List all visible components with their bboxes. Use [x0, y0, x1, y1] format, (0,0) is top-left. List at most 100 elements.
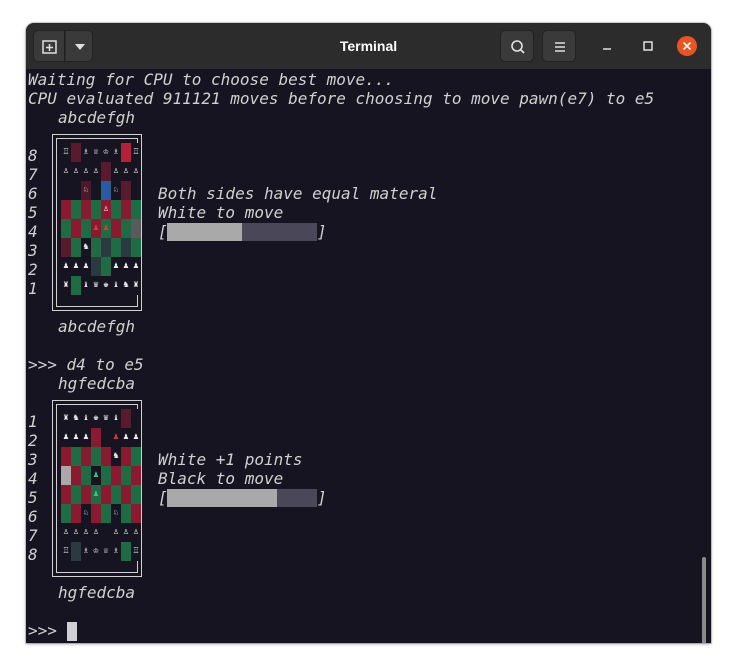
board-square: ♟	[121, 428, 131, 447]
board-square	[71, 181, 81, 200]
board-square	[91, 200, 101, 219]
status-line: Waiting for CPU to choose best move...	[28, 70, 395, 89]
board2-turn-text: Black to move	[158, 469, 284, 488]
maximize-button[interactable]	[638, 36, 658, 56]
board-square	[91, 181, 101, 200]
board-square	[131, 409, 141, 428]
minimize-button[interactable]	[597, 36, 617, 56]
board-square	[131, 466, 141, 485]
board-square	[131, 181, 141, 200]
board-square	[61, 200, 71, 219]
board-square	[121, 238, 131, 257]
close-button[interactable]	[677, 36, 697, 56]
terminal-output[interactable]: Waiting for CPU to choose best move... C…	[26, 69, 711, 643]
search-icon	[501, 31, 533, 63]
board1-grid: ♖ ♗ ♕ ♔ ♗ ♖ ♙ ♙ ♙ ♙ ♙ ♙ ♙ ♘ ♘ ♙ ♟ ♟ ♞ ♟ ♟ ♟ ♟ ♟ ♟ ♜ ♝ ♛ ♚ ♝ ♞ ♜	[61, 143, 141, 295]
board-square	[71, 276, 81, 295]
board-square	[71, 542, 81, 561]
board-square: ♕	[91, 143, 101, 162]
board-square: ♘	[81, 504, 91, 523]
rank-label: 3	[28, 241, 38, 260]
board-square	[71, 143, 81, 162]
board-square	[131, 504, 141, 523]
board-square: ♟	[91, 466, 101, 485]
board-square: ♟	[61, 428, 71, 447]
board-square	[91, 504, 101, 523]
board1-files-top: abcdefgh	[58, 108, 136, 127]
board-square: ♞	[121, 276, 131, 295]
board-square: ♖	[61, 143, 71, 162]
minimize-icon	[597, 36, 617, 56]
board1-bar-close: ]	[317, 222, 327, 241]
scrollbar[interactable]	[702, 557, 706, 643]
board2-progress-bar	[167, 489, 317, 507]
rank-label: 8	[28, 545, 38, 564]
board-square	[61, 485, 71, 504]
board-square: ♙	[61, 162, 71, 181]
rank-label: 2	[28, 260, 38, 279]
rank-label: 6	[28, 507, 38, 526]
board-square	[91, 447, 101, 466]
close-icon	[677, 36, 697, 56]
board-square: ♝	[111, 409, 121, 428]
board-square: ♝	[111, 276, 121, 295]
menu-button[interactable]	[542, 30, 576, 62]
board1-turn-text: White to move	[158, 203, 284, 222]
board-square	[131, 200, 141, 219]
board-square: ♙	[111, 162, 121, 181]
rank-label: 7	[28, 526, 38, 545]
board-square: ♙	[61, 523, 71, 542]
board-square	[101, 504, 111, 523]
board-square	[61, 219, 71, 238]
rank-label: 3	[28, 450, 38, 469]
board-square: ♞	[81, 238, 91, 257]
board-square	[71, 485, 81, 504]
new-tab-button[interactable]	[33, 30, 65, 62]
rank-label: 6	[28, 184, 38, 203]
board-square: ♗	[81, 542, 91, 561]
board-square: ♗	[111, 542, 121, 561]
board-square: ♛	[91, 276, 101, 295]
rank-label: 5	[28, 203, 38, 222]
rank-label: 7	[28, 165, 38, 184]
board-square	[121, 200, 131, 219]
board-square	[101, 428, 111, 447]
board-square: ♚	[101, 276, 111, 295]
board-square: ♝	[81, 276, 91, 295]
input-prompt: >>>	[28, 621, 57, 640]
board-square: ♟	[91, 219, 101, 238]
board-square	[101, 162, 111, 181]
tab-dropdown-button[interactable]	[65, 30, 93, 62]
board-square: ♖	[61, 542, 71, 561]
board-square	[121, 466, 131, 485]
board-square	[91, 428, 101, 447]
board-square	[101, 238, 111, 257]
board-square: ♞	[111, 447, 121, 466]
board-square	[71, 466, 81, 485]
board-square: ♟	[111, 257, 121, 276]
board2-bar-close: ]	[317, 488, 327, 507]
board-square: ♖	[131, 542, 141, 561]
board-square: ♚	[91, 409, 101, 428]
board-square	[121, 219, 131, 238]
board-square: ♘	[111, 181, 121, 200]
board-square	[131, 238, 141, 257]
board-square: ♟	[121, 257, 131, 276]
board-square	[61, 447, 71, 466]
board-square	[71, 504, 81, 523]
board-square	[81, 485, 91, 504]
board-square	[61, 181, 71, 200]
board1-files-bottom: abcdefgh	[58, 317, 136, 336]
board-square: ♙	[81, 523, 91, 542]
board-square	[111, 485, 121, 504]
board-square	[121, 542, 131, 561]
chevron-down-icon	[66, 31, 92, 63]
cpu-evaluation-line: CPU evaluated 911121 moves before choosi…	[28, 89, 655, 108]
board-square: ♜	[131, 276, 141, 295]
board-square	[131, 447, 141, 466]
command-line: >>> d4 to e5	[28, 355, 144, 374]
board-square	[81, 447, 91, 466]
search-button[interactable]	[500, 30, 534, 62]
board-square: ♟	[101, 219, 111, 238]
rank-label: 4	[28, 469, 38, 488]
